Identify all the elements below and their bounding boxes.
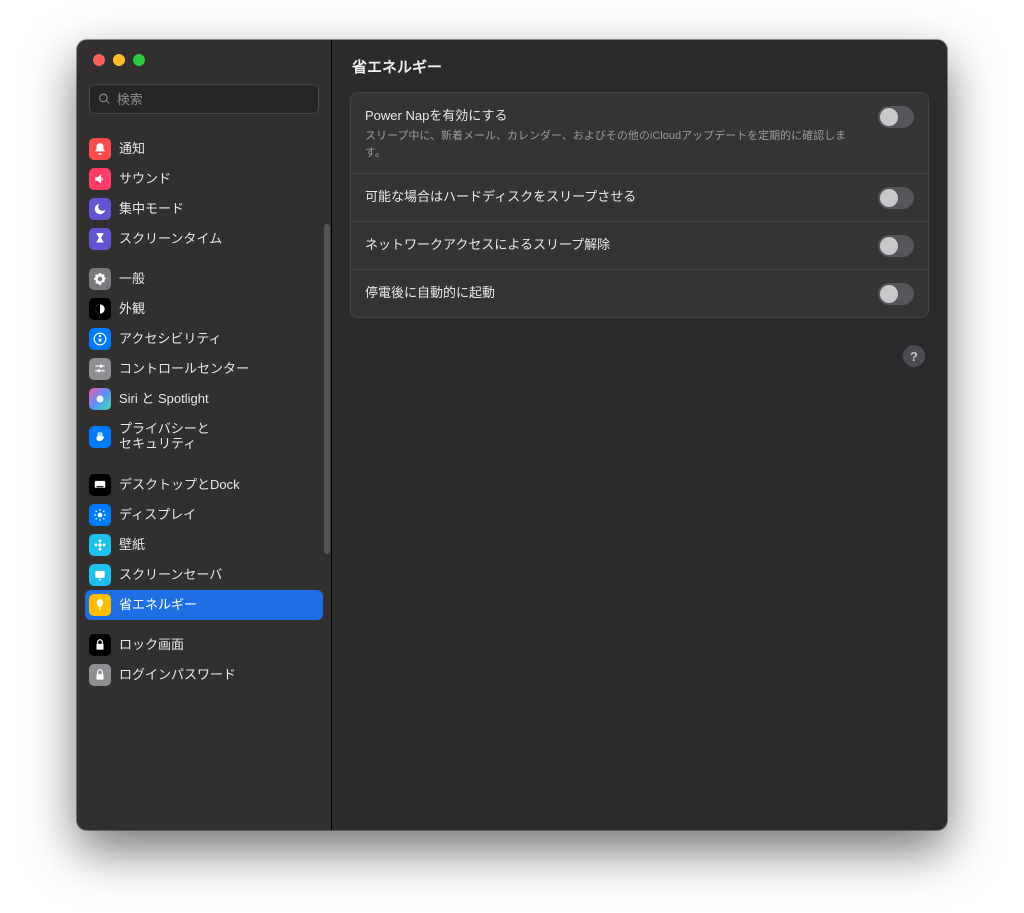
setting-text: 停電後に自動的に起動 (365, 282, 866, 301)
sidebar-item-focus[interactable]: 集中モード (85, 194, 323, 224)
sidebar-item-notifications[interactable]: 通知 (85, 134, 323, 164)
sidebar-item-label: 外観 (119, 302, 145, 317)
sidebar-item-displays[interactable]: ディスプレイ (85, 500, 323, 530)
sidebar-item-general[interactable]: 一般 (85, 264, 323, 294)
toggle-knob (880, 108, 898, 126)
sidebar-item-label: デスクトップとDock (119, 478, 240, 493)
sidebar-item-controlcenter[interactable]: コントロールセンター (85, 354, 323, 384)
sidebar: 通知 サウンド 集中モード (77, 40, 332, 830)
sidebar-item-label: 通知 (119, 142, 145, 157)
sidebar-item-energysaver[interactable]: 省エネルギー (85, 590, 323, 620)
setting-title: Power Napを有効にする (365, 105, 866, 124)
sidebar-item-desktopdock[interactable]: デスクトップとDock (85, 470, 323, 500)
hand-icon (89, 426, 111, 448)
sidebar-item-sound[interactable]: サウンド (85, 164, 323, 194)
sidebar-item-label: 壁紙 (119, 538, 145, 553)
sidebar-item-label: 集中モード (119, 202, 184, 217)
toggle-wake-network[interactable] (878, 235, 914, 257)
search-input[interactable] (117, 92, 310, 107)
sidebar-item-accessibility[interactable]: アクセシビリティ (85, 324, 323, 354)
sidebar-item-label: ロック画面 (119, 638, 184, 653)
toggle-knob (880, 285, 898, 303)
siri-icon (89, 388, 111, 410)
content-pane: 省エネルギー Power Napを有効にする スリープ中に、新着メール、カレンダ… (332, 40, 947, 830)
sidebar-item-label: スクリーンセーバ (119, 568, 222, 583)
sidebar-item-label: 省エネルギー (119, 598, 197, 613)
sidebar-item-loginpassword[interactable]: ログインパスワード (85, 660, 323, 690)
sidebar-item-label: 一般 (119, 272, 145, 287)
scrollbar-thumb[interactable] (324, 224, 330, 554)
setting-text: 可能な場合はハードディスクをスリープさせる (365, 186, 866, 205)
maximize-icon[interactable] (133, 54, 145, 66)
sidebar-group: デスクトップとDock ディスプレイ 壁紙 (85, 470, 323, 620)
sidebar-item-label: ログインパスワード (119, 668, 236, 683)
search-field[interactable] (89, 84, 319, 114)
sidebar-group: 一般 外観 アクセシビリティ (85, 264, 323, 460)
key-icon (89, 664, 111, 686)
window-controls (77, 40, 331, 78)
sidebar-item-screensaver[interactable]: スクリーンセーバ (85, 560, 323, 590)
sidebar-item-appearance[interactable]: 外観 (85, 294, 323, 324)
sliders-icon (89, 358, 111, 380)
minimize-icon[interactable] (113, 54, 125, 66)
sidebar-item-screentime[interactable]: スクリーンタイム (85, 224, 323, 254)
help-label: ? (910, 349, 918, 364)
setting-title: ネットワークアクセスによるスリープ解除 (365, 234, 866, 253)
setting-text: Power Napを有効にする スリープ中に、新着メール、カレンダー、およびその… (365, 105, 866, 161)
hourglass-icon (89, 228, 111, 250)
search-container (77, 78, 331, 124)
speaker-icon (89, 168, 111, 190)
page-title: 省エネルギー (332, 40, 947, 92)
lock-icon (89, 634, 111, 656)
sidebar-item-label: サウンド (119, 172, 171, 187)
sidebar-item-label: プライバシーと セキュリティ (119, 422, 210, 452)
appearance-icon (89, 298, 111, 320)
search-icon (98, 92, 111, 106)
setting-restart-powerloss: 停電後に自動的に起動 (351, 270, 928, 317)
page-title-text: 省エネルギー (352, 56, 442, 77)
toggle-hdd-sleep[interactable] (878, 187, 914, 209)
setting-title: 停電後に自動的に起動 (365, 282, 866, 301)
sidebar-item-siri[interactable]: Siri と Spotlight (85, 384, 323, 414)
sidebar-group: 通知 サウンド 集中モード (85, 134, 323, 254)
setting-wake-network: ネットワークアクセスによるスリープ解除 (351, 222, 928, 270)
setting-hdd-sleep: 可能な場合はハードディスクをスリープさせる (351, 174, 928, 222)
moon-icon (89, 198, 111, 220)
flower-icon (89, 534, 111, 556)
toggle-restart-powerloss[interactable] (878, 283, 914, 305)
sidebar-item-lockscreen[interactable]: ロック画面 (85, 630, 323, 660)
setting-title: 可能な場合はハードディスクをスリープさせる (365, 186, 866, 205)
sidebar-item-label: コントロールセンター (119, 362, 249, 377)
settings-list: Power Napを有効にする スリープ中に、新着メール、カレンダー、およびその… (350, 92, 929, 318)
setting-description: スリープ中に、新着メール、カレンダー、およびその他のiCloudアップデートを定… (365, 128, 866, 161)
sidebar-group: ロック画面 ログインパスワード (85, 630, 323, 690)
bell-icon (89, 138, 111, 160)
close-icon[interactable] (93, 54, 105, 66)
sidebar-scroll[interactable]: 通知 サウンド 集中モード (77, 124, 331, 830)
accessibility-icon (89, 328, 111, 350)
sidebar-item-wallpaper[interactable]: 壁紙 (85, 530, 323, 560)
sidebar-item-label: ディスプレイ (119, 508, 196, 523)
dock-icon (89, 474, 111, 496)
toggle-knob (880, 189, 898, 207)
bulb-icon (89, 594, 111, 616)
sidebar-item-label: アクセシビリティ (119, 332, 222, 347)
setting-text: ネットワークアクセスによるスリープ解除 (365, 234, 866, 253)
sun-icon (89, 504, 111, 526)
help-button[interactable]: ? (903, 345, 925, 367)
screensaver-icon (89, 564, 111, 586)
sidebar-item-label: スクリーンタイム (119, 232, 222, 247)
gear-icon (89, 268, 111, 290)
setting-power-nap: Power Napを有効にする スリープ中に、新着メール、カレンダー、およびその… (351, 93, 928, 174)
settings-window: 通知 サウンド 集中モード (77, 40, 947, 830)
toggle-knob (880, 237, 898, 255)
toggle-power-nap[interactable] (878, 106, 914, 128)
sidebar-item-privacy[interactable]: プライバシーと セキュリティ (85, 414, 323, 460)
sidebar-item-label: Siri と Spotlight (119, 392, 209, 407)
